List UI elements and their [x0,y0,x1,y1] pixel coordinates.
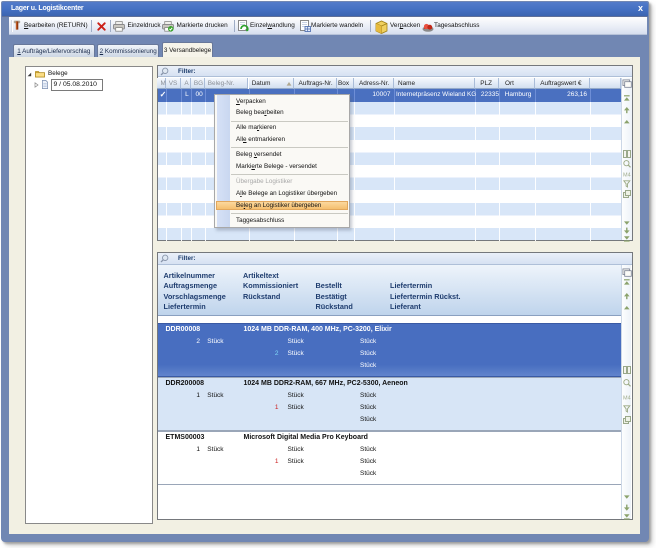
svg-text:M4: M4 [623,173,631,179]
svg-text:M4: M4 [623,395,631,401]
